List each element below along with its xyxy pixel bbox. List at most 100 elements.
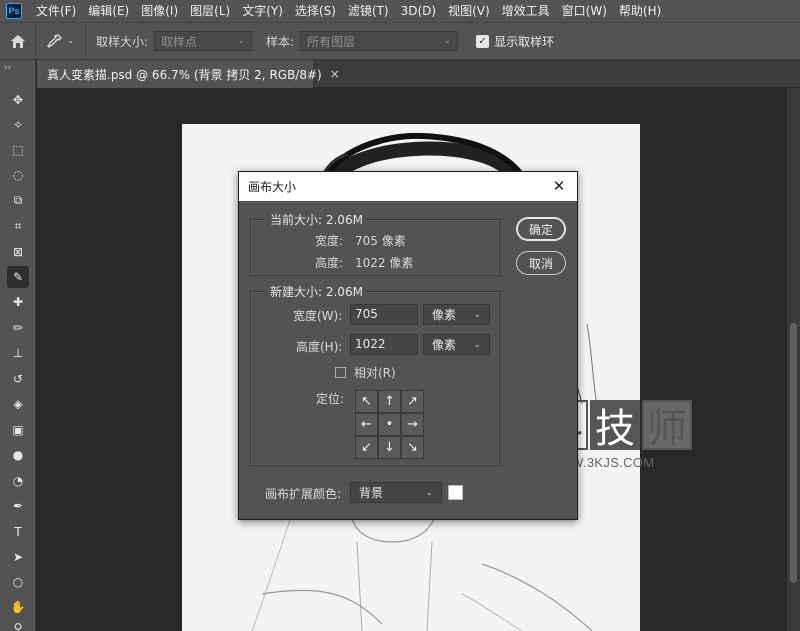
- new-width-label: 宽度(W):: [293, 309, 343, 323]
- menu-plugins[interactable]: 增效工具: [496, 0, 556, 22]
- sample-label: 样本:: [266, 34, 295, 49]
- current-size-group: 当前大小: 2.06M 宽度: 705 像素 高度: 1022 像素: [250, 211, 500, 276]
- menu-edit[interactable]: 编辑(E): [82, 0, 135, 22]
- current-size-title: 当前大小: 2.06M: [266, 211, 367, 228]
- anchor-top-right-icon[interactable]: ↗: [401, 390, 424, 413]
- path-select-tool-icon[interactable]: ➤: [7, 546, 29, 568]
- collapse-toolbar-icon[interactable]: ››: [4, 63, 11, 73]
- current-width-label: 宽度:: [315, 234, 344, 248]
- object-select-tool-icon[interactable]: ⧉: [7, 189, 29, 211]
- anchor-top-left-icon[interactable]: ↖: [355, 390, 378, 413]
- menu-help[interactable]: 帮助(H): [613, 0, 667, 22]
- frame-tool-icon[interactable]: ⊠: [7, 241, 29, 263]
- extension-color-select[interactable]: 背景 ⌄: [350, 482, 442, 503]
- chevron-down-icon: ⌄: [237, 36, 246, 46]
- home-icon: [10, 34, 25, 48]
- crop-tool-icon[interactable]: ⌗: [7, 215, 29, 237]
- show-sampling-ring-toggle[interactable]: ✓ 显示取样环: [476, 33, 554, 50]
- width-unit-select[interactable]: 像素 ⌄: [423, 304, 490, 325]
- height-input[interactable]: 1022: [350, 334, 418, 355]
- type-tool-icon[interactable]: T: [7, 521, 29, 543]
- chevron-down-icon: ⌄: [66, 36, 75, 46]
- chevron-down-icon: ⌄: [473, 339, 481, 350]
- close-icon[interactable]: ✕: [550, 177, 568, 195]
- new-height-label: 高度(H):: [296, 340, 343, 354]
- menu-window[interactable]: 窗口(W): [556, 0, 613, 22]
- blur-tool-icon[interactable]: ●: [7, 444, 29, 466]
- width-unit-value: 像素: [432, 308, 457, 322]
- clone-stamp-tool-icon[interactable]: ⊥: [7, 342, 29, 364]
- chevron-down-icon: ⌄: [473, 309, 481, 320]
- menu-view[interactable]: 视图(V): [442, 0, 496, 22]
- anchor-label: 定位:: [316, 392, 345, 406]
- relative-label: 相对(R): [354, 366, 396, 380]
- watermark-char-3: 师: [642, 400, 692, 452]
- healing-brush-tool-icon[interactable]: ✚: [7, 291, 29, 313]
- anchor-bottom-right-icon[interactable]: ↘: [401, 436, 424, 459]
- hand-tool-icon[interactable]: ✋: [7, 596, 29, 618]
- menu-layer[interactable]: 图层(L): [184, 0, 236, 22]
- document-tab-title: 真人变素描.psd @ 66.7% (背景 拷贝 2, RGB/8#): [47, 67, 322, 82]
- new-size-title: 新建大小: 2.06M: [266, 283, 367, 300]
- extension-color-swatch[interactable]: [448, 485, 463, 500]
- checkbox-checked-icon[interactable]: ✓: [476, 34, 490, 48]
- document-tab-bar: 真人变素描.psd @ 66.7% (背景 拷贝 2, RGB/8#) ×: [37, 60, 800, 88]
- options-bar: ⌄ 取样大小: 取样点 ⌄ 样本: 所有图层 ⌄ ✓ 显示取样环: [0, 22, 800, 60]
- menu-type[interactable]: 文字(Y): [236, 0, 289, 22]
- sample-value: 所有图层: [307, 34, 356, 49]
- relative-checkbox[interactable]: [335, 367, 346, 378]
- gradient-tool-icon[interactable]: ▣: [7, 419, 29, 441]
- photoshop-logo-icon[interactable]: Ps: [6, 3, 22, 19]
- extension-color-value: 背景: [359, 486, 384, 500]
- menu-file[interactable]: 文件(F): [30, 0, 82, 22]
- anchor-right-icon[interactable]: →: [401, 413, 424, 436]
- sample-select[interactable]: 所有图层 ⌄: [300, 31, 459, 51]
- lasso-tool-icon[interactable]: ◌: [7, 164, 29, 186]
- dialog-title: 画布大小: [248, 180, 297, 194]
- anchor-left-icon[interactable]: ←: [355, 413, 378, 436]
- marquee-tool-icon[interactable]: ⬚: [7, 139, 29, 161]
- menu-image[interactable]: 图像(I): [135, 0, 184, 22]
- dodge-tool-icon[interactable]: ◔: [7, 470, 29, 492]
- chevron-down-icon: ⌄: [443, 36, 452, 46]
- menu-3d[interactable]: 3D(D): [395, 0, 442, 22]
- anchor-center-icon[interactable]: •: [378, 413, 401, 436]
- zoom-tool-icon[interactable]: ⚲: [7, 617, 29, 631]
- home-button[interactable]: [0, 22, 36, 60]
- sample-size-value: 取样点: [161, 34, 198, 49]
- scrollbar-thumb[interactable]: [790, 323, 797, 583]
- current-width-value: 705 像素: [355, 234, 406, 248]
- anchor-bottom-left-icon[interactable]: ↙: [355, 436, 378, 459]
- pen-tool-icon[interactable]: ✒: [7, 495, 29, 517]
- show-sampling-ring-label: 显示取样环: [494, 34, 555, 49]
- anchor-top-icon[interactable]: ↑: [378, 390, 401, 413]
- current-height-value: 1022 像素: [355, 256, 414, 270]
- document-tab[interactable]: 真人变素描.psd @ 66.7% (背景 拷贝 2, RGB/8#) ×: [37, 60, 340, 88]
- height-unit-select[interactable]: 像素 ⌄: [423, 334, 490, 355]
- eyedropper-icon: [46, 34, 62, 48]
- history-brush-tool-icon[interactable]: ↺: [7, 368, 29, 390]
- dialog-title-bar: 画布大小 ✕: [239, 172, 577, 201]
- anchor-bottom-icon[interactable]: ↓: [378, 436, 401, 459]
- brush-tool-icon[interactable]: ✏: [7, 317, 29, 339]
- current-height-label: 高度:: [315, 256, 344, 270]
- cancel-button[interactable]: 取消: [516, 251, 566, 275]
- sample-size-select[interactable]: 取样点 ⌄: [154, 31, 253, 51]
- anchor-grid: ↖ ↑ ↗ ← • → ↙ ↓ ↘: [355, 390, 424, 459]
- height-unit-value: 像素: [432, 338, 457, 352]
- close-tab-icon[interactable]: ×: [330, 67, 340, 81]
- canvas-size-dialog: 画布大小 ✕ 当前大小: 2.06M 宽度: 705 像素 高度: 1022 像…: [238, 171, 578, 520]
- watermark-char-2: 技: [590, 400, 640, 452]
- extension-color-label: 画布扩展颜色:: [265, 487, 342, 501]
- ok-button[interactable]: 确定: [516, 217, 566, 241]
- menu-select[interactable]: 选择(S): [289, 0, 342, 22]
- ellipse-tool-icon[interactable]: ○: [7, 571, 29, 593]
- tool-preset-picker[interactable]: ⌄: [36, 22, 86, 60]
- eyedropper-tool-icon[interactable]: ✎: [7, 266, 29, 288]
- vertical-scrollbar[interactable]: [787, 88, 800, 631]
- magic-wand-tool-icon[interactable]: ✧: [7, 114, 29, 136]
- menu-filter[interactable]: 滤镜(T): [342, 0, 395, 22]
- eraser-tool-icon[interactable]: ◈: [7, 393, 29, 415]
- move-tool-icon[interactable]: ✥: [7, 89, 29, 111]
- width-input[interactable]: 705: [350, 304, 418, 325]
